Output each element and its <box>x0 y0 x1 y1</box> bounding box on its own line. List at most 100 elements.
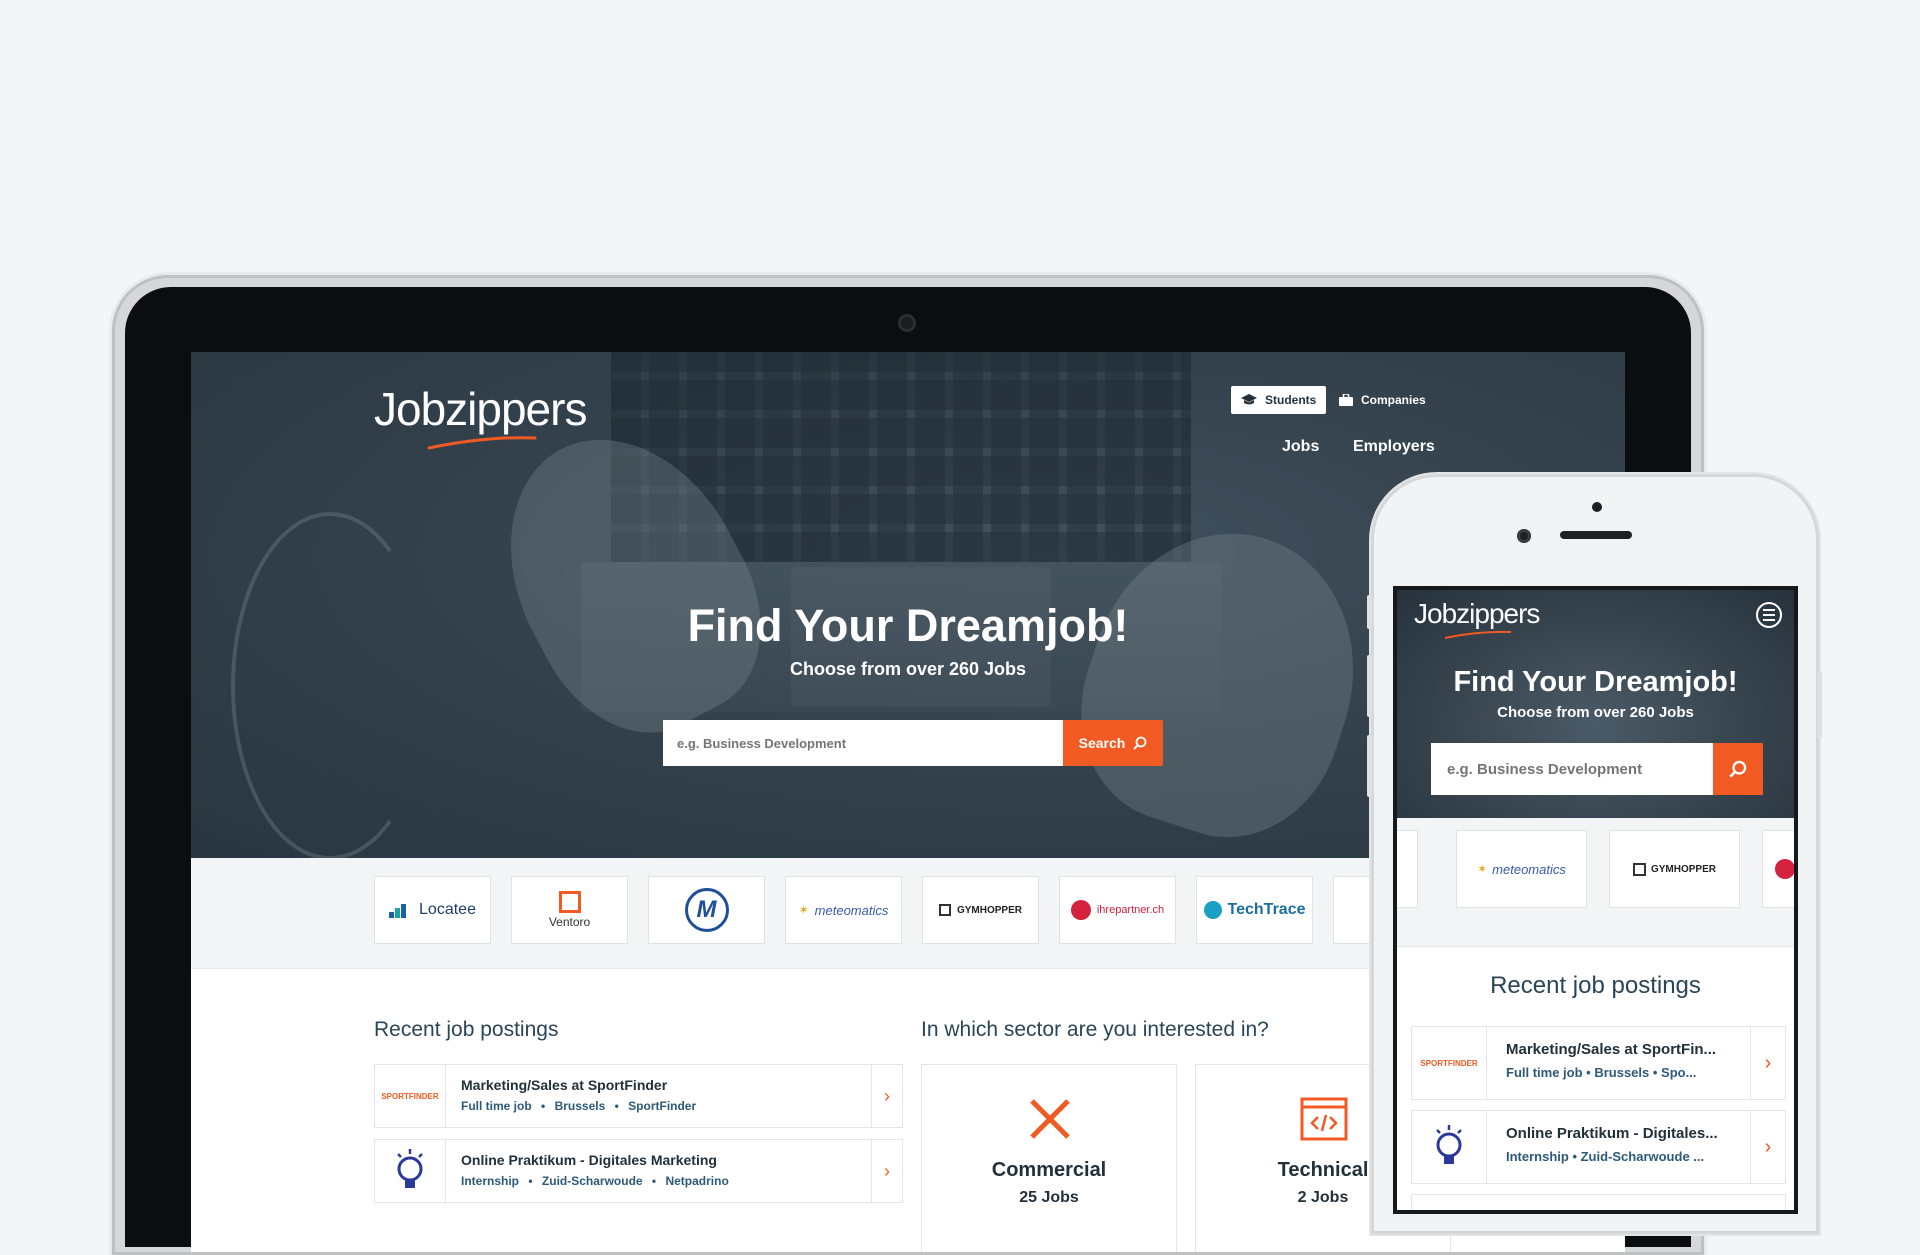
company-logo-meteomatics[interactable]: ✶ meteomatics <box>785 876 902 944</box>
mobile-screen: Jobzippers Find Your Dreamjob! Choose fr… <box>1397 590 1794 1210</box>
company-logo-ventoro[interactable]: Ventoro <box>511 876 628 944</box>
gymhopper-square-icon <box>938 904 951 916</box>
job-title: Online Praktikum - Digitales... <box>1506 1125 1718 1142</box>
mobile-search-input[interactable] <box>1431 743 1713 795</box>
job-company: Netpadrino <box>665 1174 729 1188</box>
mobile-logo-gymhopper-text: GYMHOPPER <box>1650 863 1716 875</box>
mobile-site-logo[interactable]: Jobzippers <box>1414 598 1540 630</box>
mobile-logo-partial-right[interactable] <box>1762 830 1794 908</box>
sector-card-commercial[interactable]: Commercial 25 Jobs <box>921 1064 1177 1252</box>
meteomatics-star-icon: ✶ <box>1477 862 1488 876</box>
phone-side-button <box>1367 595 1372 629</box>
mobile-logo-strip: ✶ meteomatics GYMHOPPER <box>1397 818 1794 947</box>
phone-volume-down <box>1367 735 1372 797</box>
company-logo-gymhopper-text: GYMHOPPER <box>956 904 1022 916</box>
job-title: Marketing/Sales at SportFinder <box>461 1077 668 1093</box>
company-logo-locatee-text: Locatee <box>419 901 476 918</box>
sportfinder-logo-text: SPORTFINDER <box>1420 1058 1478 1068</box>
job-type: Full time job <box>461 1099 532 1113</box>
chevron-right-icon[interactable]: › <box>1750 1111 1785 1183</box>
search-button[interactable]: Search <box>1063 720 1163 766</box>
chevron-right-icon[interactable]: › <box>871 1140 902 1202</box>
company-logo-locatee[interactable]: Locatee <box>374 876 491 944</box>
ihrepartner-cloud-icon <box>1070 900 1091 920</box>
company-logo-m-text: M <box>684 888 729 932</box>
mobile-hero-title: Find Your Dreamjob! <box>1453 666 1738 698</box>
logo-swoosh-icon <box>1444 630 1512 639</box>
phone-camera <box>1517 529 1531 543</box>
job-company: SportFinder <box>628 1099 697 1113</box>
job-meta: Internship • Zuid-Scharwoude ... <box>1506 1149 1705 1164</box>
recent-jobs-title: Recent job postings <box>374 1018 559 1041</box>
meteomatics-star-icon: ✶ <box>798 903 809 917</box>
job-meta: Full time job • Brussels • SportFinder <box>461 1099 696 1113</box>
gymhopper-square-icon <box>1632 862 1646 876</box>
company-logo-ihrepartner-text: ihrepartner.ch <box>1096 904 1165 916</box>
company-logo-techtrace-text: TechTrace <box>1227 901 1306 918</box>
job-row[interactable] <box>1411 1194 1786 1210</box>
phone-volume-up <box>1367 655 1372 717</box>
meta-separator: • <box>528 1174 533 1188</box>
meta-separator: • <box>614 1099 619 1113</box>
job-row[interactable]: Online Praktikum - Digitales... Internsh… <box>1411 1110 1786 1184</box>
ihrepartner-cloud-icon <box>1775 859 1794 879</box>
hamburger-menu-icon[interactable] <box>1756 602 1782 628</box>
company-logo-gymhopper[interactable]: GYMHOPPER <box>922 876 1039 944</box>
sector-name: Commercial <box>991 1159 1107 1181</box>
segment-companies-label: Companies <box>1361 393 1426 407</box>
sportfinder-logo-text: SPORTFINDER <box>381 1091 439 1101</box>
techtrace-globe-icon <box>1203 901 1222 919</box>
search-input[interactable] <box>663 720 1063 766</box>
sector-count: 25 Jobs <box>1019 1189 1079 1206</box>
mobile-hero: Jobzippers Find Your Dreamjob! Choose fr… <box>1397 590 1794 818</box>
job-meta: Internship • Zuid-Scharwoude • Netpadrin… <box>461 1174 729 1188</box>
job-meta: Full time job • Brussels • Spo... <box>1506 1065 1697 1080</box>
mobile-logo-gymhopper[interactable]: GYMHOPPER <box>1609 830 1740 908</box>
ventoro-square-icon <box>558 891 581 913</box>
pencil-ruler-icon <box>1030 1099 1070 1139</box>
sportfinder-logo: SPORTFINDER <box>375 1065 446 1127</box>
laptop-camera <box>898 314 916 332</box>
phone-speaker <box>1560 531 1632 539</box>
netpadrino-logo <box>1412 1111 1487 1183</box>
company-logo-ventoro-text: Ventoro <box>548 915 591 929</box>
nav-jobs[interactable]: Jobs <box>1282 438 1319 456</box>
segment-students[interactable]: Students <box>1231 386 1327 414</box>
mobile-logo-meteomatics-text: meteomatics <box>1492 861 1566 877</box>
job-row[interactable]: Online Praktikum - Digitales Marketing I… <box>374 1139 903 1203</box>
briefcase-icon <box>1339 394 1353 406</box>
mobile-logo-partial-left[interactable] <box>1397 830 1418 908</box>
job-title: Online Praktikum - Digitales Marketing <box>461 1152 717 1168</box>
company-logo-techtrace[interactable]: TechTrace <box>1196 876 1313 944</box>
phone-sensor <box>1592 502 1602 512</box>
phone-power-button <box>1817 672 1822 738</box>
job-row[interactable]: SPORTFINDER Marketing/Sales at SportFin.… <box>1411 1026 1786 1100</box>
sector-title: In which sector are you interested in? <box>921 1018 1269 1041</box>
job-location: Zuid-Scharwoude <box>541 1174 643 1188</box>
search-field[interactable] <box>663 720 1063 766</box>
segment-students-label: Students <box>1265 393 1317 407</box>
mobile-recent-jobs-title: Recent job postings <box>1490 972 1701 999</box>
meta-separator: • <box>541 1099 546 1113</box>
search-icon <box>1133 736 1147 750</box>
company-logo-ihrepartner[interactable]: ihrepartner.ch <box>1059 876 1176 944</box>
mobile-logo-meteomatics[interactable]: ✶ meteomatics <box>1456 830 1587 908</box>
company-logo-m[interactable]: M <box>648 876 765 944</box>
search-button-label: Search <box>1078 735 1126 751</box>
job-row[interactable]: SPORTFINDER Marketing/Sales at SportFind… <box>374 1064 903 1128</box>
meta-separator: • <box>651 1174 657 1188</box>
nav-employers[interactable]: Employers <box>1353 438 1435 456</box>
job-type: Internship <box>461 1174 520 1188</box>
locatee-bars-icon <box>389 904 407 918</box>
site-logo[interactable]: Jobzippers <box>374 382 587 436</box>
sportfinder-logo: SPORTFINDER <box>1412 1027 1487 1099</box>
chevron-right-icon[interactable]: › <box>871 1065 902 1127</box>
mobile-search-button[interactable] <box>1713 743 1763 795</box>
job-location: Brussels <box>554 1099 606 1113</box>
chevron-right-icon[interactable]: › <box>1750 1027 1785 1099</box>
segment-companies[interactable]: Companies <box>1329 386 1436 414</box>
job-title: Marketing/Sales at SportFin... <box>1506 1041 1717 1058</box>
mobile-search-field[interactable] <box>1431 743 1713 795</box>
lightbulb-icon <box>1436 1125 1462 1164</box>
mobile-hero-subtitle: Choose from over 260 Jobs <box>1497 704 1694 721</box>
